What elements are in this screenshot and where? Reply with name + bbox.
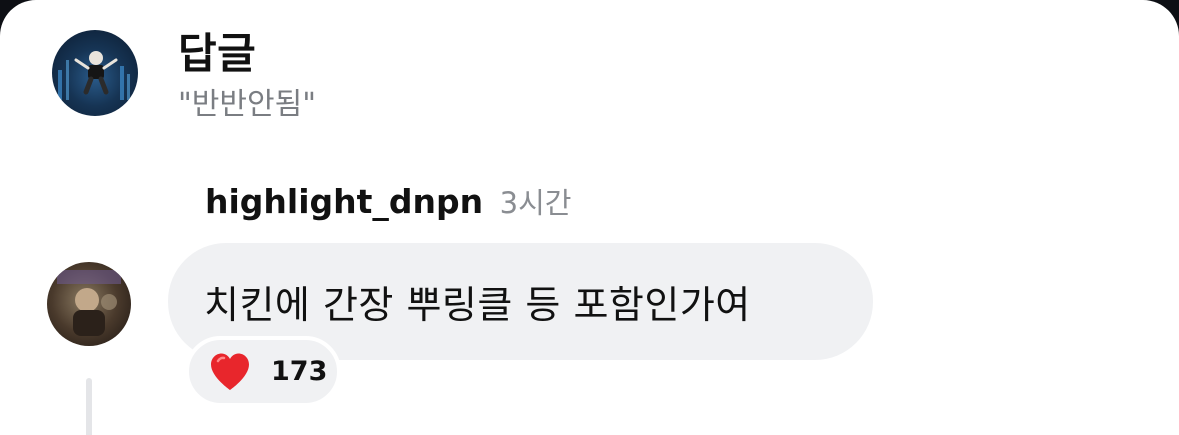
reaction-pill[interactable]: 173 (185, 336, 341, 407)
heart-icon (211, 353, 249, 390)
commenter-avatar-image (57, 270, 121, 336)
comment-time: 3시간 (499, 186, 572, 220)
replies-header: 답글 "반반안됨" (52, 28, 752, 122)
replies-sheet: 답글 "반반안됨" highlight_dnpn 3시간 치킨에 간장 뿌링클 … (0, 0, 1179, 435)
avatar-image (58, 51, 130, 100)
comment-username[interactable]: highlight_dnpn (205, 182, 483, 221)
comment-meta: highlight_dnpn 3시간 (205, 180, 571, 225)
comment-text: 치킨에 간장 뿌링클 등 포함인가여 (204, 283, 751, 327)
post-author-avatar[interactable] (52, 30, 138, 116)
reaction-count: 173 (271, 356, 328, 387)
commenter-avatar[interactable] (47, 262, 131, 346)
original-comment-preview: "반반안됨" (178, 87, 316, 122)
replies-title: 답글 (178, 29, 257, 78)
thread-line (86, 378, 92, 435)
